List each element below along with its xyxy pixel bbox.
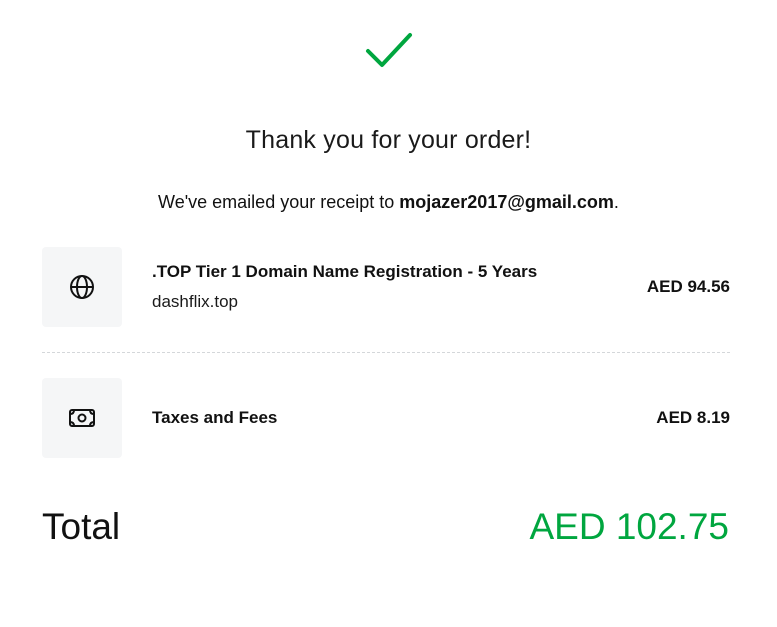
line-item-icon-box xyxy=(42,378,122,458)
line-item-icon-box xyxy=(42,247,122,327)
cash-icon xyxy=(69,409,95,427)
divider xyxy=(42,352,730,353)
line-item-domain-name: dashflix.top xyxy=(152,292,238,311)
line-item-taxes: Taxes and Fees AED 8.19 xyxy=(42,378,730,458)
receipt-prefix: We've emailed your receipt to xyxy=(158,192,400,212)
line-item-details: .TOP Tier 1 Domain Name Registration - 5… xyxy=(152,262,647,312)
receipt-suffix: . xyxy=(613,192,619,212)
line-item-title: Taxes and Fees xyxy=(152,408,278,427)
total-label: Total xyxy=(42,506,121,547)
receipt-message: We've emailed your receipt to mojazer201… xyxy=(0,192,777,213)
order-confirmation-page: Thank you for your order! We've emailed … xyxy=(0,0,777,627)
page-title: Thank you for your order! xyxy=(245,126,532,154)
line-item-price: AED 8.19 xyxy=(656,408,730,427)
line-item-domain: .TOP Tier 1 Domain Name Registration - 5… xyxy=(42,247,730,327)
line-item-details: Taxes and Fees xyxy=(152,408,656,428)
success-check xyxy=(0,30,777,72)
checkmark-icon xyxy=(365,33,412,67)
globe-icon xyxy=(70,275,94,299)
total-amount: AED 102.75 xyxy=(529,506,729,547)
receipt-email: mojazer2017@gmail.com xyxy=(399,192,614,212)
line-item-title: .TOP Tier 1 Domain Name Registration - 5… xyxy=(152,262,538,281)
line-item-price: AED 94.56 xyxy=(646,277,730,296)
